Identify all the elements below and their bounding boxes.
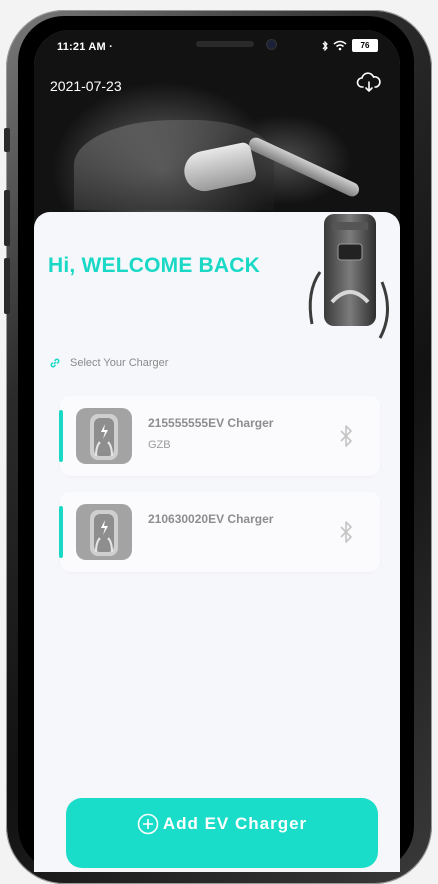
add-ev-charger-button[interactable]: Add EV Charger <box>66 798 378 868</box>
charger-subtitle: GZB <box>148 439 171 451</box>
status-time: 11:21 AM · <box>57 41 114 53</box>
add-ev-charger-label: Add EV Charger <box>162 814 308 833</box>
wallbox-charger-image <box>308 214 389 339</box>
item-accent-bar <box>59 410 63 462</box>
charger-list-item[interactable]: 215555555EV Charger GZB <box>59 396 380 476</box>
plus-circle-icon <box>137 813 159 835</box>
bluetooth-icon[interactable] <box>338 424 354 448</box>
app-screen: 11:21 AM · 76 2021-07-23 Hi, WELCOME BAC… <box>34 30 400 872</box>
cloud-sync-button[interactable] <box>356 72 382 94</box>
charger-icon <box>76 408 132 464</box>
hero-image: 11:21 AM · 76 2021-07-23 <box>34 30 400 230</box>
status-bar: 11:21 AM · 76 <box>34 30 400 64</box>
front-camera <box>266 39 277 50</box>
content-card: Hi, WELCOME BACK Select Your Charger 215… <box>34 212 400 872</box>
phone-side-button <box>4 128 10 152</box>
cloud-download-icon <box>356 72 381 92</box>
charger-list-item[interactable]: 210630020EV Charger <box>59 492 380 572</box>
header-date: 2021-07-23 <box>50 78 122 94</box>
status-icons: 76 <box>322 39 378 52</box>
phone-volume-up <box>4 190 10 246</box>
status-time-text: 11:21 AM <box>57 41 106 53</box>
charger-name: 210630020EV Charger <box>148 512 274 526</box>
bluetooth-status-icon <box>322 40 328 51</box>
bluetooth-icon[interactable] <box>338 520 354 544</box>
battery-indicator: 76 <box>352 39 378 52</box>
welcome-title: Hi, WELCOME BACK <box>48 254 261 277</box>
link-icon <box>50 358 60 368</box>
speaker-notch <box>196 41 254 47</box>
charger-icon <box>76 504 132 560</box>
phone-volume-down <box>4 258 10 314</box>
select-charger-row: Select Your Charger <box>48 356 168 370</box>
wifi-icon <box>333 40 347 51</box>
select-charger-label: Select Your Charger <box>70 357 169 369</box>
item-accent-bar <box>59 506 63 558</box>
charger-name: 215555555EV Charger <box>148 416 274 430</box>
